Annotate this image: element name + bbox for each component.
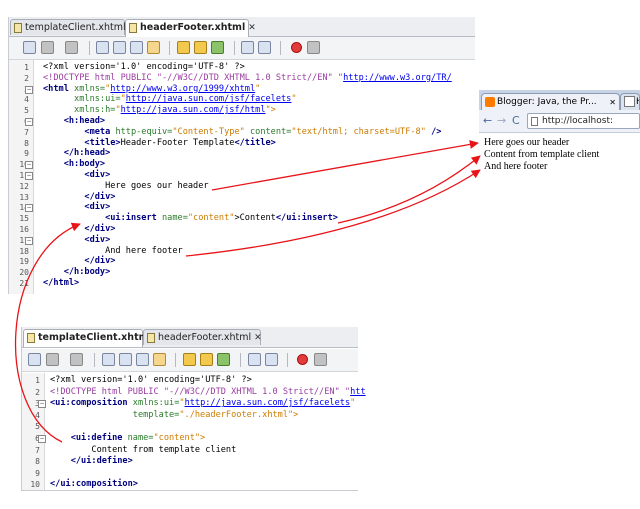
arrow-content [337, 155, 481, 224]
arrow-header [211, 139, 479, 191]
arrow-define-to-insert [14, 222, 81, 443]
arrow-footer [185, 169, 481, 257]
annotation-arrows [14, 139, 481, 443]
